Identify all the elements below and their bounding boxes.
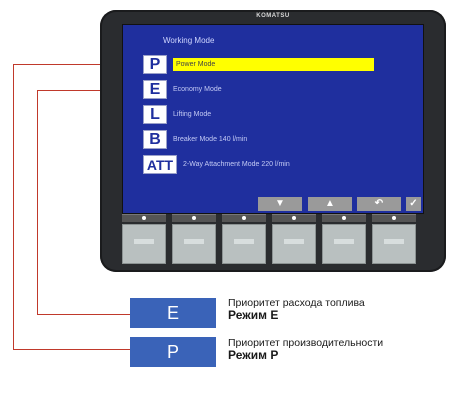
button-indicator-5 (322, 214, 366, 222)
confirm-icon[interactable]: ✓ (406, 197, 421, 211)
mode-key-breaker[interactable]: B (143, 130, 167, 149)
mode-label-lifting[interactable]: Lifting Mode (173, 111, 211, 118)
power-mode-legend: Приоритет производительности Режим P (228, 337, 383, 362)
function-button-5[interactable] (322, 224, 366, 264)
button-indicator-3 (222, 214, 266, 222)
mode-key-attachment[interactable]: ATT (143, 155, 177, 174)
economy-mode-badge: E (130, 298, 216, 328)
economy-mode-legend: Приоритет расхода топлива Режим E (228, 297, 365, 322)
button-indicator-2 (172, 214, 216, 222)
mode-label-power[interactable]: Power Mode (173, 58, 374, 71)
brand-logo: KOMATSU (256, 13, 290, 19)
function-button-1[interactable] (122, 224, 166, 264)
screen-title: Working Mode (163, 36, 215, 45)
return-icon[interactable]: ↶ (357, 197, 401, 211)
leader-line-economy-vertical (37, 90, 38, 315)
mode-row-breaker[interactable]: B Breaker Mode 140 l/min (143, 129, 247, 150)
button-indicator-4 (272, 214, 316, 222)
mode-key-lifting[interactable]: L (143, 105, 167, 124)
leader-line-power-vertical (13, 64, 14, 350)
economy-mode-title: Режим E (228, 308, 279, 322)
mode-label-economy[interactable]: Economy Mode (173, 86, 222, 93)
function-button-6[interactable] (372, 224, 416, 264)
mode-row-attachment[interactable]: ATT 2-Way Attachment Mode 220 l/min (143, 154, 290, 175)
function-button-2[interactable] (172, 224, 216, 264)
button-indicator-1 (122, 214, 166, 222)
mode-label-attachment[interactable]: 2-Way Attachment Mode 220 l/min (183, 161, 290, 168)
function-button-4[interactable] (272, 224, 316, 264)
mode-label-breaker[interactable]: Breaker Mode 140 l/min (173, 136, 247, 143)
leader-line-power-bottom (13, 349, 131, 350)
power-mode-title: Режим P (228, 348, 279, 362)
power-mode-badge: P (130, 337, 216, 367)
mode-key-economy[interactable]: E (143, 80, 167, 99)
display-monitor: KOMATSU Working Mode P Power Mode E Econ… (100, 10, 446, 272)
screen-nav-strip: ▼ ▲ ↶ ✓ (123, 195, 423, 213)
arrow-down-icon[interactable]: ▼ (258, 197, 302, 211)
mode-row-power[interactable]: P Power Mode (143, 54, 374, 75)
arrow-up-icon[interactable]: ▲ (308, 197, 352, 211)
function-button-3[interactable] (222, 224, 266, 264)
mode-row-lifting[interactable]: L Lifting Mode (143, 104, 211, 125)
mode-row-economy[interactable]: E Economy Mode (143, 79, 222, 100)
button-indicator-6 (372, 214, 416, 222)
monitor-screen: Working Mode P Power Mode E Economy Mode… (122, 24, 424, 214)
mode-key-power[interactable]: P (143, 55, 167, 74)
leader-line-economy-bottom (37, 314, 131, 315)
